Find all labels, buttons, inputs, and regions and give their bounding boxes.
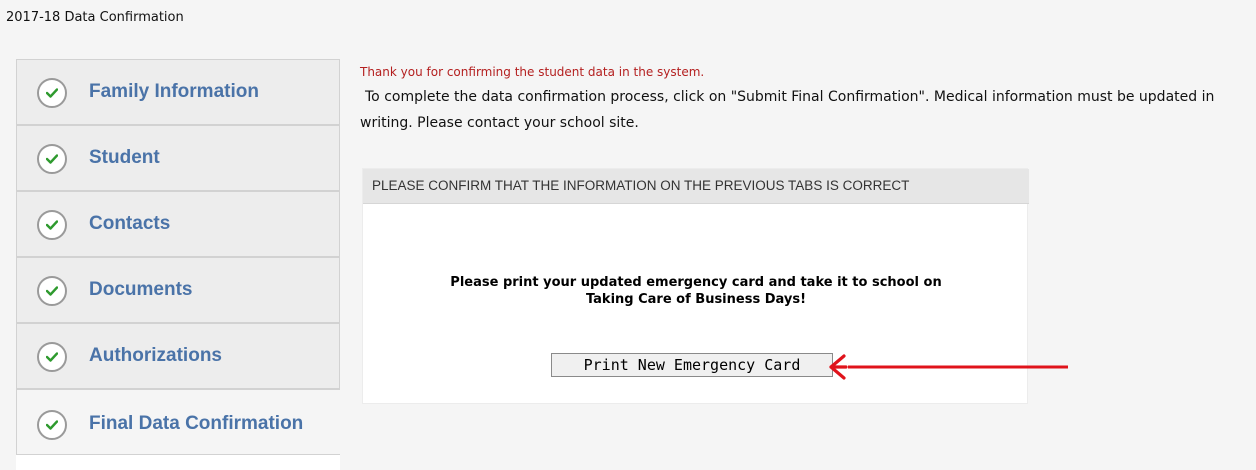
sidebar-item-label: Contacts: [89, 213, 171, 234]
confirm-panel-header-text: PLEASE CONFIRM THAT THE INFORMATION ON T…: [372, 178, 910, 193]
check-circle-icon: [37, 276, 67, 306]
instructions-text: To complete the data confirmation proces…: [360, 89, 1215, 131]
print-note-line: Please print your updated emergency card…: [450, 275, 942, 290]
check-circle-icon: [37, 144, 67, 174]
sidebar-item-label: Documents: [89, 279, 193, 300]
print-emergency-card-button[interactable]: Print New Emergency Card: [551, 353, 833, 377]
sidebar-item-contacts[interactable]: Contacts: [16, 191, 340, 257]
page-title: 2017-18 Data Confirmation: [6, 10, 184, 25]
sidebar-item-final-data-confirmation[interactable]: Final Data Confirmation: [16, 389, 340, 455]
sidebar-item-student[interactable]: Student: [16, 125, 340, 191]
sidebar-item-authorizations[interactable]: Authorizations: [16, 323, 340, 389]
sidebar-item-label: Final Data Confirmation: [89, 413, 304, 434]
sidebar-item-documents[interactable]: Documents: [16, 257, 340, 323]
sidebar-item-family-information[interactable]: Family Information: [16, 59, 340, 125]
sidebar-item-label: Authorizations: [89, 345, 222, 366]
print-note-line: Taking Care of Business Days!: [585, 292, 807, 307]
check-circle-icon: [37, 78, 67, 108]
check-circle-icon: [37, 210, 67, 240]
check-circle-icon: [37, 342, 67, 372]
thanks-message: Thank you for confirming the student dat…: [360, 65, 705, 79]
sidebar-item-label: Student: [89, 147, 160, 168]
sidebar-item-label: Family Information: [89, 81, 259, 102]
check-circle-icon: [37, 410, 67, 440]
confirm-panel-header: PLEASE CONFIRM THAT THE INFORMATION ON T…: [363, 169, 1029, 204]
print-note: Please print your updated emergency card…: [363, 274, 1029, 308]
red-arrow-icon: [829, 354, 1068, 380]
sidebar: Family Information Student Contacts Docu…: [16, 59, 340, 470]
